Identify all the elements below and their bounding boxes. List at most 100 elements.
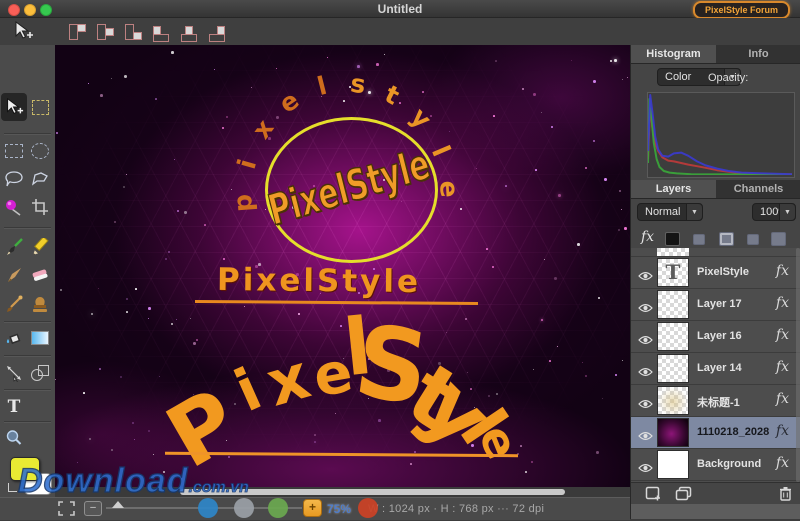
fx-style-button-4[interactable]	[747, 234, 759, 245]
watermark-suffix: .com.vn	[188, 479, 248, 496]
layer-fx-button[interactable]: fx	[776, 391, 789, 407]
magic-wand-tool[interactable]	[2, 195, 26, 219]
eraser-tool[interactable]	[28, 263, 52, 287]
fx-style-button-3[interactable]	[719, 232, 734, 246]
swap-colors-icon[interactable]	[8, 483, 17, 492]
clone-stamp-tool[interactable]	[28, 292, 52, 316]
new-layer-button[interactable]	[645, 486, 661, 506]
layers-footer	[631, 482, 800, 505]
layer-thumbnail[interactable]	[657, 354, 689, 383]
layer-thumbnail[interactable]	[657, 450, 689, 479]
star-dot	[91, 313, 93, 315]
layer-row-0[interactable]: PixelStylefx	[631, 257, 800, 289]
rect-marquee-tool[interactable]	[2, 139, 26, 163]
layer-list-scrollbar[interactable]	[796, 248, 800, 482]
layer-row-1[interactable]: Layer 17 fx	[631, 289, 800, 321]
tab-histogram[interactable]: Histogram	[631, 45, 716, 63]
layer-thumbnail[interactable]	[657, 322, 689, 351]
layer-visibility-eye-icon[interactable]	[638, 396, 653, 414]
duplicate-layer-button[interactable]	[675, 486, 692, 506]
layer-visibility-eye-icon[interactable]	[638, 428, 653, 446]
star-dot	[422, 91, 424, 93]
align-middle-icon[interactable]	[94, 22, 114, 42]
titlebar: Untitled PixelStyle Forum	[0, 0, 800, 18]
align-top-icon[interactable]	[66, 22, 86, 42]
align-right-icon[interactable]	[207, 22, 227, 42]
fx-style-button-1[interactable]	[665, 232, 680, 246]
star-dot	[98, 288, 99, 289]
fx-style-button-2[interactable]	[693, 234, 705, 245]
shapes-tool[interactable]	[28, 361, 52, 385]
layer-visibility-eye-icon[interactable]	[638, 332, 653, 350]
layer-row-4[interactable]: 未标题-1fx	[631, 385, 800, 417]
ellipse-marquee-tool[interactable]	[28, 139, 52, 163]
layer-fx-button[interactable]: fx	[776, 327, 789, 343]
align-left-icon[interactable]	[151, 22, 171, 42]
zoom-slider-thumb[interactable]	[112, 501, 124, 508]
arc-letter: p	[228, 193, 258, 213]
layer-row-5[interactable]: 1110218_2028fx	[631, 417, 800, 449]
fx-style-button-5[interactable]	[771, 232, 786, 246]
star-dot	[335, 413, 336, 414]
crop-tool[interactable]	[28, 195, 52, 219]
lasso-tool[interactable]	[2, 167, 26, 191]
layer-row-2[interactable]: Layer 16fx	[631, 321, 800, 353]
star-dot	[165, 258, 167, 260]
layer-thumbnail[interactable]	[657, 258, 689, 287]
tab-channels[interactable]: Channels	[716, 180, 800, 198]
delete-layer-button[interactable]	[779, 486, 792, 506]
star-dot	[314, 441, 316, 443]
polygon-lasso-tool[interactable]	[28, 167, 52, 191]
fullscreen-icon[interactable]	[58, 501, 75, 521]
layer-fx-button[interactable]: fx	[776, 423, 789, 439]
pencil-tool[interactable]	[28, 235, 52, 259]
star-dot	[357, 65, 360, 68]
paintbrush-tool[interactable]	[2, 235, 26, 259]
position-select-tool[interactable]	[28, 95, 52, 119]
layer-thumbnail[interactable]	[657, 290, 689, 319]
star-dot	[410, 463, 412, 465]
zoom-tool[interactable]	[2, 426, 26, 450]
tab-layers[interactable]: Layers	[631, 180, 716, 198]
layer-row-6[interactable]: Backgroundfx	[631, 449, 800, 481]
star-dot	[184, 211, 187, 214]
layer-fx-button[interactable]: fx	[776, 295, 789, 311]
layer-name: Layer 17	[697, 298, 742, 310]
align-center-icon[interactable]	[179, 22, 199, 42]
pointer-plus-tool[interactable]	[2, 95, 26, 119]
star-dot	[100, 94, 103, 97]
tab-info[interactable]: Info	[716, 45, 800, 63]
blend-mode-value: Normal	[645, 206, 680, 218]
pointer-plus-icon[interactable]	[12, 21, 36, 41]
opacity-select[interactable]: 100% ▼	[752, 203, 796, 221]
zoom-out-button[interactable]: –	[84, 501, 102, 516]
layer-fx-button[interactable]: fx	[776, 455, 789, 471]
align-bottom-icon[interactable]	[122, 22, 142, 42]
document-info: W : 1024 px · H : 768 px ··· 72 dpi	[368, 503, 544, 515]
transform-tool[interactable]	[2, 361, 26, 385]
star-dot	[465, 318, 467, 320]
star-dot	[327, 57, 328, 58]
smudge-tool[interactable]	[2, 263, 26, 287]
layer-fx-button[interactable]: fx	[776, 359, 789, 375]
document-canvas[interactable]: PixelStyle pixelstyle PixelStyle PixelSt…	[55, 45, 630, 487]
layer-visibility-eye-icon[interactable]	[638, 460, 653, 478]
star-dot	[505, 185, 507, 187]
text-tool[interactable]: T	[2, 395, 26, 419]
gradient-tool[interactable]	[28, 326, 52, 350]
star-dot	[541, 319, 543, 321]
layer-visibility-eye-icon[interactable]	[638, 364, 653, 382]
forum-button[interactable]: PixelStyle Forum	[693, 1, 790, 19]
layer-visibility-eye-icon[interactable]	[638, 268, 653, 286]
star-dot	[148, 307, 151, 310]
zoom-in-button[interactable]: +	[303, 499, 322, 517]
paint-bucket-tool[interactable]	[2, 326, 26, 350]
layer-visibility-eye-icon[interactable]	[638, 300, 653, 318]
layer-fx-button[interactable]: fx	[776, 263, 789, 279]
eyedropper-tool[interactable]	[2, 292, 26, 316]
layer-thumbnail[interactable]	[657, 418, 689, 447]
layer-thumbnail[interactable]	[657, 386, 689, 415]
layer-row-3[interactable]: Layer 14fx	[631, 353, 800, 385]
watermark: Download.com.vn	[18, 462, 249, 501]
blend-mode-select[interactable]: Normal ▼	[637, 203, 703, 221]
